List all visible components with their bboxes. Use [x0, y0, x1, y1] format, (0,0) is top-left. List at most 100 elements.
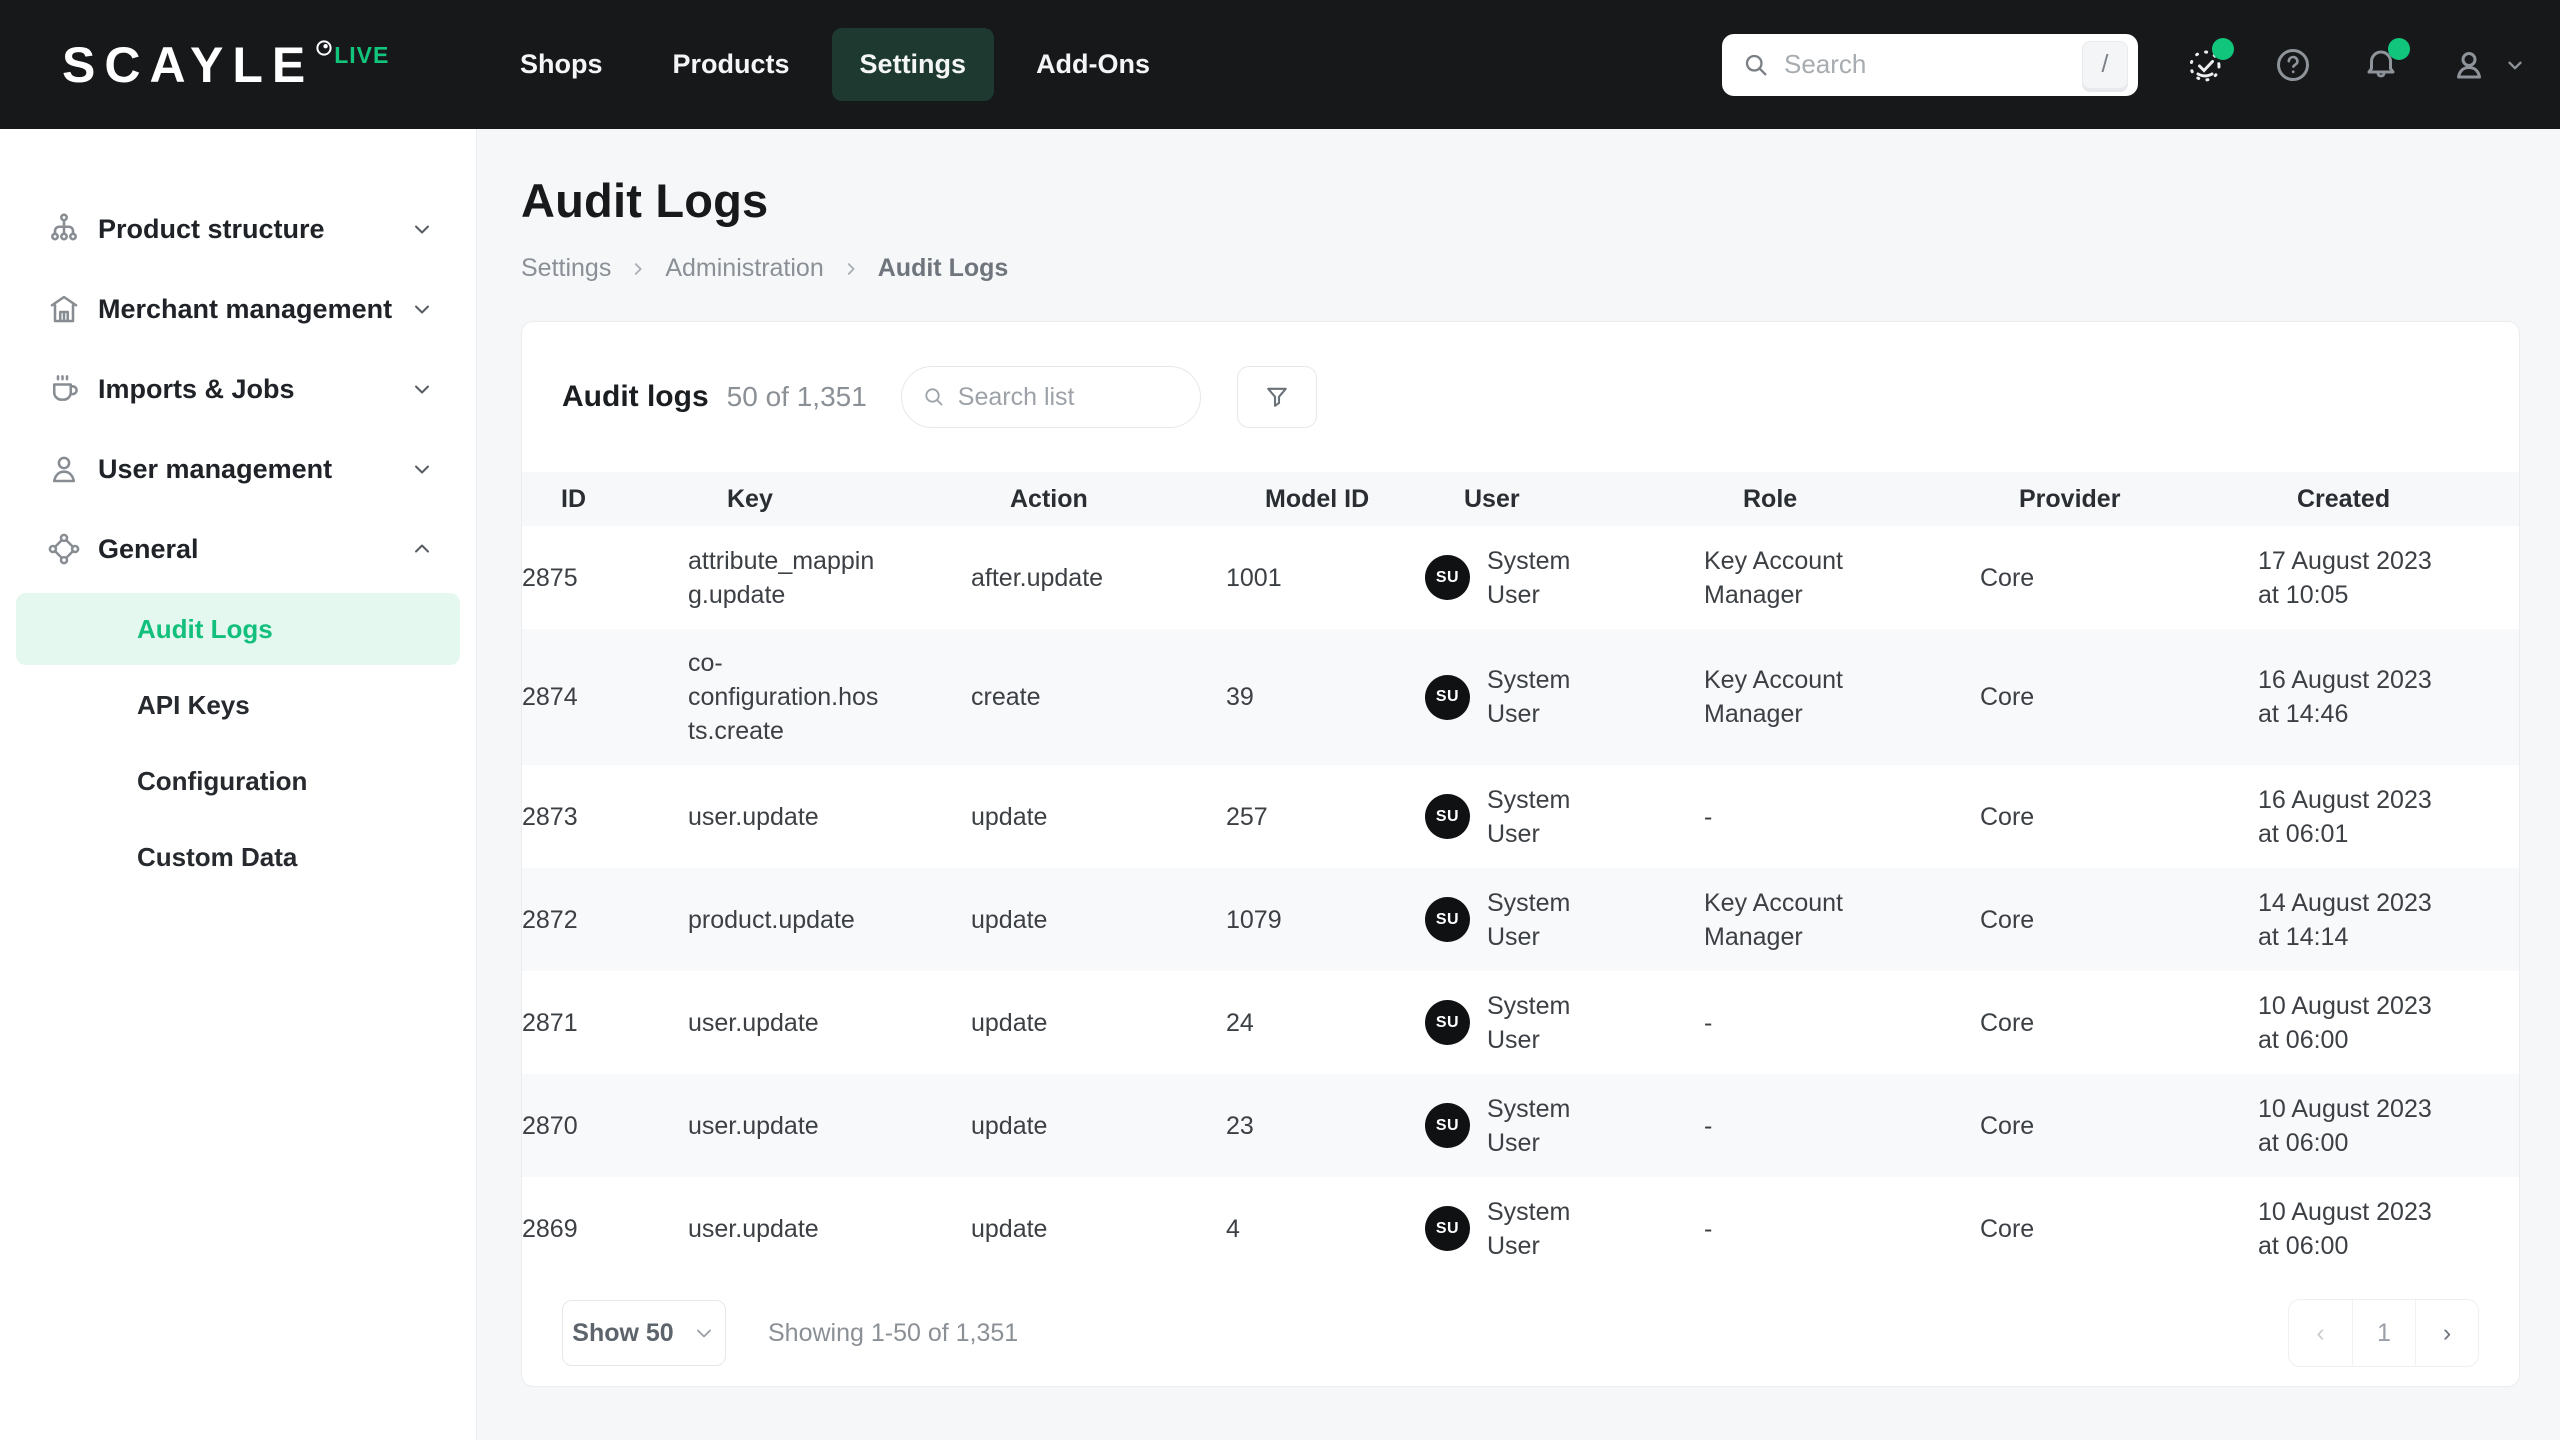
cell-role: Key Account Manager — [1704, 666, 1843, 728]
sidebar-item-imports-jobs[interactable]: Imports & Jobs — [0, 349, 476, 429]
cell-model-id: 23 — [1226, 1111, 1254, 1140]
table-row[interactable]: 2869 user.update update 4 SU System User… — [522, 1177, 2519, 1280]
column-header-user: User — [1464, 484, 1520, 513]
table-row[interactable]: 2870 user.update update 23 SU System Use… — [522, 1074, 2519, 1177]
sidebar-subitem-custom-data[interactable]: Custom Data — [16, 821, 460, 893]
avatar: SU — [1425, 1103, 1470, 1148]
cell-role: Key Account Manager — [1704, 546, 1843, 609]
cell-action: update — [971, 1111, 1048, 1140]
user-name: System User — [1487, 888, 1571, 951]
breadcrumb: Settings Administration Audit Logs — [521, 254, 2520, 283]
top-navbar: SCAYLE LIVE Shops Products Settings Add-… — [0, 0, 2560, 129]
cell-model-id: 4 — [1226, 1214, 1240, 1243]
scayle-logo[interactable]: SCAYLE LIVE — [62, 36, 389, 94]
hierarchy-icon — [46, 211, 82, 247]
nav-item-settings[interactable]: Settings — [831, 28, 995, 101]
table-row[interactable]: 2873 user.update update 257 SU System Us… — [522, 765, 2519, 868]
list-search-input[interactable]: Search list — [900, 366, 1201, 428]
cell-user: SU System User — [1425, 1092, 1704, 1160]
cell-action: update — [971, 905, 1048, 934]
status-check-icon[interactable] — [2182, 37, 2234, 88]
cell-key: attribute_mapping.update — [688, 546, 875, 609]
filter-button[interactable] — [1236, 366, 1317, 428]
cell-created: 10 August 2023 at 06:00 — [2258, 1094, 2432, 1157]
cell-model-id: 24 — [1226, 1008, 1254, 1037]
current-page-indicator: 1 — [2352, 1300, 2415, 1366]
page-size-select[interactable]: Show 50 — [562, 1300, 726, 1366]
cell-user: SU System User — [1425, 783, 1704, 851]
nav-item-shops[interactable]: Shops — [492, 28, 631, 101]
status-badge-dot — [2212, 37, 2234, 60]
sidebar-item-merchant-management[interactable]: Merchant management — [0, 269, 476, 349]
cell-user: SU System User — [1425, 886, 1704, 954]
sidebar-subitem-configuration[interactable]: Configuration — [16, 745, 460, 817]
chevron-down-icon — [692, 1321, 716, 1345]
user-menu[interactable] — [2446, 42, 2526, 88]
sidebar-item-user-management[interactable]: User management — [0, 429, 476, 509]
nodes-icon — [46, 531, 82, 567]
sidebar-item-label: General — [98, 533, 199, 564]
cell-key: user.update — [688, 1111, 819, 1140]
notifications-icon[interactable] — [2358, 37, 2410, 88]
table-row[interactable]: 2872 product.update update 1079 SU Syste… — [522, 868, 2519, 971]
search-icon — [1742, 51, 1770, 79]
chevron-down-icon — [410, 377, 434, 401]
trademark-icon — [316, 39, 332, 56]
cell-action: update — [971, 1214, 1048, 1243]
cell-key: user.update — [688, 1214, 819, 1243]
breadcrumb-administration[interactable]: Administration — [665, 254, 823, 283]
table-row[interactable]: 2875 attribute_mapping.update after.upda… — [522, 526, 2519, 629]
column-header-provider: Provider — [2019, 484, 2121, 513]
funnel-icon — [1263, 383, 1291, 411]
previous-page-button[interactable]: ‹ — [2289, 1300, 2352, 1366]
cell-key: co-configuration.hosts.create — [688, 649, 879, 745]
sidebar-subitem-api-keys[interactable]: API Keys — [16, 669, 460, 741]
column-header-created: Created — [2297, 484, 2391, 513]
global-search-input[interactable]: Search / — [1722, 33, 2138, 96]
cell-model-id: 257 — [1226, 802, 1268, 831]
user-name: System User — [1487, 785, 1571, 848]
cell-created: 17 August 2023 at 10:05 — [2258, 546, 2432, 609]
paginator: ‹ 1 › — [2288, 1299, 2479, 1367]
user-name: System User — [1487, 1197, 1571, 1260]
cell-provider: Core — [1980, 563, 2035, 592]
cell-created: 10 August 2023 at 06:00 — [2258, 991, 2432, 1054]
cell-action: update — [971, 1008, 1048, 1037]
chevron-down-icon — [2504, 54, 2526, 76]
cell-id: 2873 — [522, 802, 578, 831]
cell-user: SU System User — [1425, 1195, 1704, 1263]
cell-model-id: 1001 — [1226, 563, 1282, 592]
cell-role: - — [1704, 1111, 1713, 1140]
nav-item-products[interactable]: Products — [645, 28, 818, 101]
avatar: SU — [1425, 794, 1470, 839]
user-menu-icon — [2446, 42, 2492, 88]
cell-created: 16 August 2023 at 14:46 — [2258, 666, 2432, 728]
cell-action: create — [971, 683, 1041, 711]
cell-role: - — [1704, 1214, 1713, 1243]
table-body: 2875 attribute_mapping.update after.upda… — [522, 526, 2519, 1280]
table-row[interactable]: 2874 co-configuration.hosts.create creat… — [522, 629, 2519, 765]
sidebar-subitem-audit-logs[interactable]: Audit Logs — [16, 593, 460, 665]
cell-id: 2869 — [522, 1214, 578, 1243]
sidebar-item-product-structure[interactable]: Product structure — [0, 189, 476, 269]
table-row[interactable]: 2871 user.update update 24 SU System Use… — [522, 971, 2519, 1074]
next-page-button[interactable]: › — [2415, 1300, 2478, 1366]
avatar: SU — [1425, 1000, 1470, 1045]
result-count: 50 of 1,351 — [726, 381, 867, 412]
cell-action: update — [971, 802, 1048, 831]
sidebar-item-label: Product structure — [98, 213, 325, 244]
nav-item-addons[interactable]: Add-Ons — [1008, 28, 1178, 101]
chevron-down-icon — [410, 297, 434, 321]
cell-created: 14 August 2023 at 14:14 — [2258, 888, 2432, 951]
cell-provider: Core — [1980, 1214, 2035, 1243]
cell-role: - — [1704, 802, 1713, 831]
chevron-right-icon — [629, 260, 647, 278]
user-name: System User — [1487, 546, 1571, 609]
breadcrumb-settings[interactable]: Settings — [521, 254, 611, 283]
sidebar-item-label: Imports & Jobs — [98, 373, 295, 404]
help-icon[interactable] — [2270, 42, 2316, 88]
table-header-row: ID Key Action Model ID User Role Provide… — [522, 472, 2519, 526]
cell-provider: Core — [1980, 1008, 2035, 1037]
sidebar-item-general[interactable]: General — [0, 509, 476, 589]
cell-role: Key Account Manager — [1704, 888, 1843, 951]
